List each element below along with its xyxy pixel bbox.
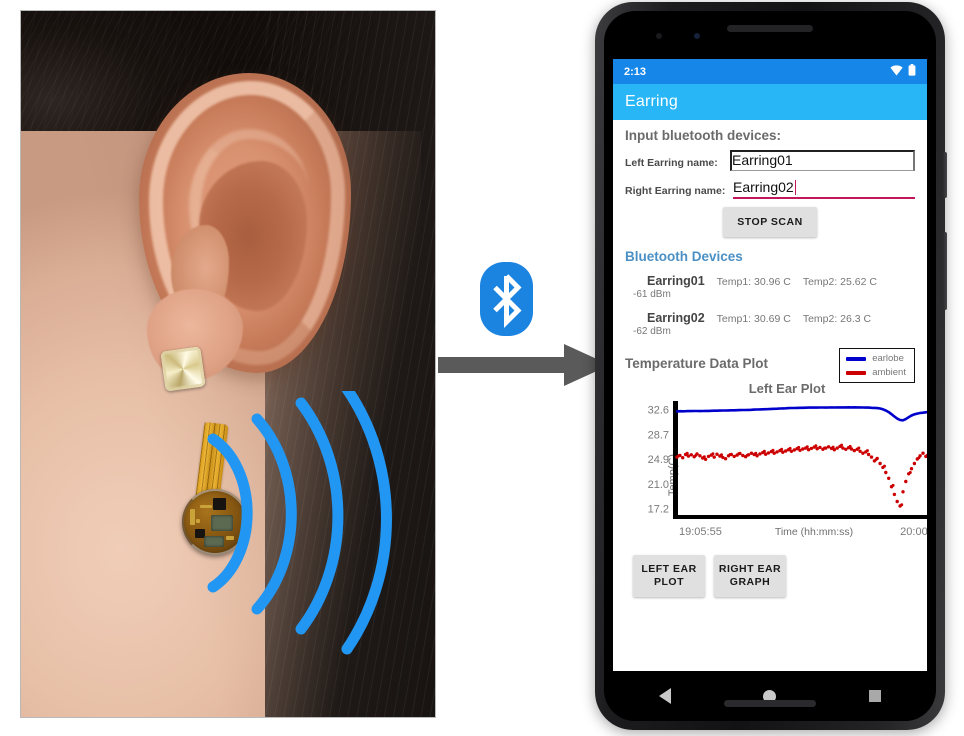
device-name: Earring02 [647,311,705,325]
app-screen: 2:13 Earring Input bluetooth devices: Le… [613,59,927,671]
plot-section-header: Temperature Data Plot earlobe ambient [625,348,915,383]
arrow-right-icon [438,342,616,388]
stud-prong-setting [160,346,206,392]
earpiece-speaker [727,25,813,32]
device-temp2: Temp2: 26.3 C [802,313,872,325]
right-earring-input-value: Earring02 [733,179,794,195]
app-bar: Earring [613,84,927,120]
ear-photo [20,10,436,718]
chart-title: Left Ear Plot [748,381,826,396]
phone-device-frame: 2:13 Earring Input bluetooth devices: Le… [595,2,947,730]
svg-text:32.6: 32.6 [648,404,669,416]
app-bar-title: Earring [625,93,678,110]
device-rssi: -62 dBm [633,326,671,337]
battery-icon [908,64,916,79]
right-ear-graph-button[interactable]: RIGHT EAR GRAPH [714,555,786,598]
phone-screen-bezel: 2:13 Earring Input bluetooth devices: Le… [604,11,936,721]
back-triangle-icon[interactable] [659,688,672,704]
text-caret [794,180,797,195]
chart-legend: earlobe ambient [839,348,915,383]
right-earring-input[interactable]: Earring02 [733,179,915,199]
device-list-item[interactable]: Earring01 Temp1: 30.96 C Temp2: 25.62 C … [625,274,915,300]
device-temp2: Temp2: 25.62 C [802,276,877,288]
left-earring-input[interactable] [730,150,915,171]
recents-square-icon[interactable] [868,690,881,702]
legend-swatch-earlobe [846,356,867,361]
left-ear-plot-button[interactable]: LEFT EAR PLOT [633,555,705,598]
phone-side-button-power[interactable] [943,152,947,198]
bluetooth-transfer-graphic [438,262,616,390]
camera-icon [694,33,700,39]
plot-section-heading: Temperature Data Plot [625,356,769,371]
legend-label-ambient: ambient [872,367,906,378]
device-list-item[interactable]: Earring02 Temp1: 30.69 C Temp2: 26.3 C -… [625,311,915,337]
svg-text:19:05:55: 19:05:55 [679,526,722,538]
wifi-icon [890,64,903,79]
status-bar: 2:13 [613,59,927,84]
legend-swatch-ambient [846,370,867,375]
device-rssi: -61 dBm [633,289,671,300]
legend-item-earlobe: earlobe [846,353,906,364]
phone-chin-speaker [724,700,816,707]
android-nav-bar [613,671,927,721]
svg-text:20:00:54: 20:00:54 [900,526,927,538]
sensor-dot [656,33,662,39]
legend-label-earlobe: earlobe [872,353,904,364]
plot-buttons-row: LEFT EAR PLOT RIGHT EAR GRAPH [625,555,915,598]
device-temp1: Temp1: 30.69 C [716,313,791,325]
device-temp1: Temp1: 30.96 C [716,276,791,288]
svg-text:Time (hh:mm:ss): Time (hh:mm:ss) [775,526,853,538]
bluetooth-icon [480,262,533,336]
temperature-chart: 32.628.724.921.017.2Temp(C)19:05:5520:00… [625,397,927,547]
svg-text:24.9: 24.9 [648,454,669,466]
svg-text:28.7: 28.7 [648,430,669,442]
svg-text:21.0: 21.0 [648,479,669,491]
input-section-heading: Input bluetooth devices: [625,128,782,143]
right-earring-label: Right Earring name: [625,185,726,197]
device-name: Earring01 [647,274,705,288]
legend-item-ambient: ambient [846,367,906,378]
devices-section-heading: Bluetooth Devices [625,249,743,264]
left-earring-field-row: Left Earring name: [625,150,915,171]
wireless-signal-arcs [191,391,435,691]
phone-side-button-volume[interactable] [943,232,947,310]
right-earring-field-row: Right Earring name: Earring02 [625,179,915,199]
app-content: Input bluetooth devices: Left Earring na… [613,120,927,671]
status-bar-time: 2:13 [624,65,647,78]
svg-text:17.2: 17.2 [648,504,669,516]
stop-scan-button[interactable]: STOP SCAN [723,207,817,237]
scan-button-row: STOP SCAN [625,207,915,237]
left-earring-label: Left Earring name: [625,157,718,169]
